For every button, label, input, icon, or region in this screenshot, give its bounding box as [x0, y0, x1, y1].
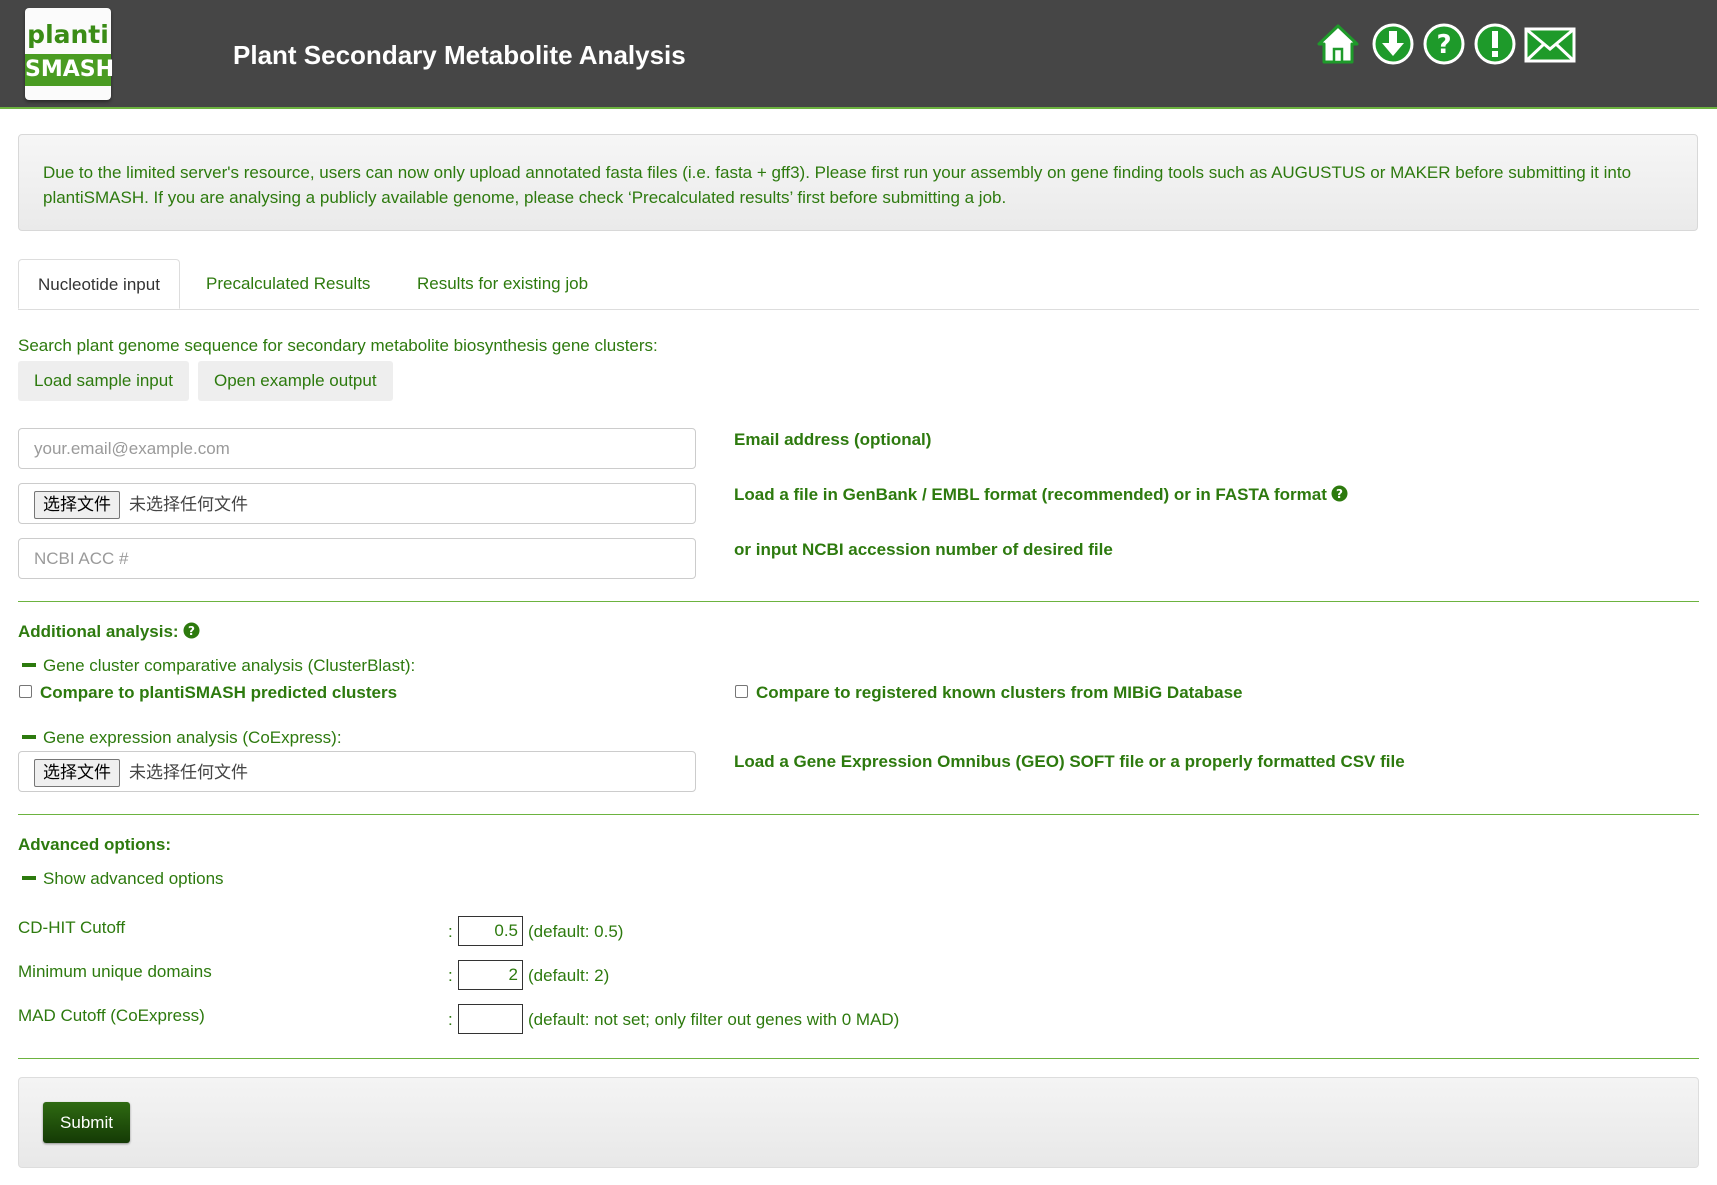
divider	[18, 601, 1699, 602]
cdhit-cutoff-input[interactable]: 0.5	[458, 916, 523, 946]
coexpress-toggle-text: Gene expression analysis (CoExpress):	[43, 728, 342, 747]
contact-icon[interactable]	[1524, 22, 1576, 66]
compare-plantismash-label: Compare to plantiSMASH predicted cluster…	[40, 683, 398, 702]
mad-cutoff-default: (default: not set; only filter out genes…	[528, 1010, 900, 1029]
mad-cutoff-input[interactable]	[458, 1004, 523, 1034]
svg-text:?: ?	[188, 624, 195, 638]
show-advanced-options-toggle[interactable]: Show advanced options	[18, 869, 224, 889]
email-label: Email address (optional)	[734, 430, 932, 449]
compare-plantismash-checkbox[interactable]	[19, 685, 32, 698]
input-tabs: Nucleotide input Precalculated Results R…	[18, 259, 1699, 310]
choose-file-button[interactable]: 选择文件	[34, 759, 120, 787]
min-unique-domains-label: Minimum unique domains	[18, 962, 212, 981]
load-sample-input-button[interactable]: Load sample input	[18, 361, 189, 401]
download-icon[interactable]	[1371, 22, 1415, 66]
sequence-file-input[interactable]: 选择文件 未选择任何文件	[18, 483, 696, 524]
submit-area: Submit	[18, 1077, 1699, 1168]
submit-button[interactable]: Submit	[43, 1102, 130, 1143]
additional-analysis-heading-text: Additional analysis:	[18, 622, 179, 641]
logo-text-planti: planti	[27, 20, 109, 49]
min-unique-domains-default: (default: 2)	[528, 966, 610, 985]
no-file-chosen-text: 未选择任何文件	[129, 495, 248, 515]
choose-file-button[interactable]: 选择文件	[34, 491, 120, 519]
home-icon[interactable]	[1316, 22, 1360, 66]
file-format-label-text: Load a file in GenBank / EMBL format (re…	[734, 485, 1327, 504]
site-header: planti SMASH Plant Secondary Metabolite …	[0, 0, 1717, 109]
tab-precalculated-results[interactable]: Precalculated Results	[206, 259, 370, 309]
divider	[18, 814, 1699, 815]
mad-cutoff-label: MAD Cutoff (CoExpress)	[18, 1006, 205, 1025]
colon-separator: :	[448, 966, 453, 985]
collapse-icon	[22, 663, 36, 667]
email-input[interactable]: your.email@example.com	[18, 428, 696, 469]
advanced-options-heading: Advanced options:	[18, 835, 172, 854]
compare-mibig-checkbox[interactable]	[735, 685, 748, 698]
compare-mibig-label: Compare to registered known clusters fro…	[756, 683, 1243, 702]
open-example-output-button[interactable]: Open example output	[198, 361, 393, 401]
file-format-label: Load a file in GenBank / EMBL format (re…	[734, 485, 1348, 505]
page-title: Plant Secondary Metabolite Analysis	[233, 40, 686, 70]
colon-separator: :	[448, 1010, 453, 1029]
help-circle-icon[interactable]: ?	[1331, 485, 1348, 502]
plantismash-logo[interactable]: planti SMASH	[25, 8, 114, 100]
clusterblast-toggle-text: Gene cluster comparative analysis (Clust…	[43, 656, 416, 675]
ncbi-accession-label: or input NCBI accession number of desire…	[734, 540, 1113, 559]
about-icon[interactable]	[1473, 22, 1517, 66]
divider	[18, 1058, 1699, 1059]
cdhit-cutoff-label: CD-HIT Cutoff	[18, 918, 126, 937]
collapse-icon	[22, 876, 36, 880]
collapse-icon	[22, 735, 36, 739]
show-advanced-options-text: Show advanced options	[43, 869, 224, 888]
min-unique-domains-input[interactable]: 2	[458, 960, 523, 990]
tab-existing-job[interactable]: Results for existing job	[417, 259, 588, 309]
geo-file-label: Load a Gene Expression Omnibus (GEO) SOF…	[734, 752, 1405, 771]
tab-nucleotide-input[interactable]: Nucleotide input	[18, 259, 180, 309]
additional-analysis-heading: Additional analysis:?	[18, 622, 200, 642]
geo-file-input[interactable]: 选择文件 未选择任何文件	[18, 751, 696, 792]
ncbi-accession-input[interactable]: NCBI ACC #	[18, 538, 696, 579]
no-file-chosen-text: 未选择任何文件	[129, 763, 248, 783]
clusterblast-toggle[interactable]: Gene cluster comparative analysis (Clust…	[18, 656, 415, 676]
help-circle-icon[interactable]: ?	[183, 622, 200, 639]
svg-text:?: ?	[1336, 487, 1343, 501]
cdhit-cutoff-default: (default: 0.5)	[528, 922, 624, 941]
server-notice: Due to the limited server's resource, us…	[18, 134, 1698, 231]
search-intro-text: Search plant genome sequence for seconda…	[18, 336, 658, 355]
coexpress-toggle[interactable]: Gene expression analysis (CoExpress):	[18, 728, 342, 748]
svg-text:?: ?	[1436, 30, 1451, 60]
colon-separator: :	[448, 922, 453, 941]
logo-text-smash: SMASH	[25, 54, 114, 86]
help-icon[interactable]: ?	[1422, 22, 1466, 66]
